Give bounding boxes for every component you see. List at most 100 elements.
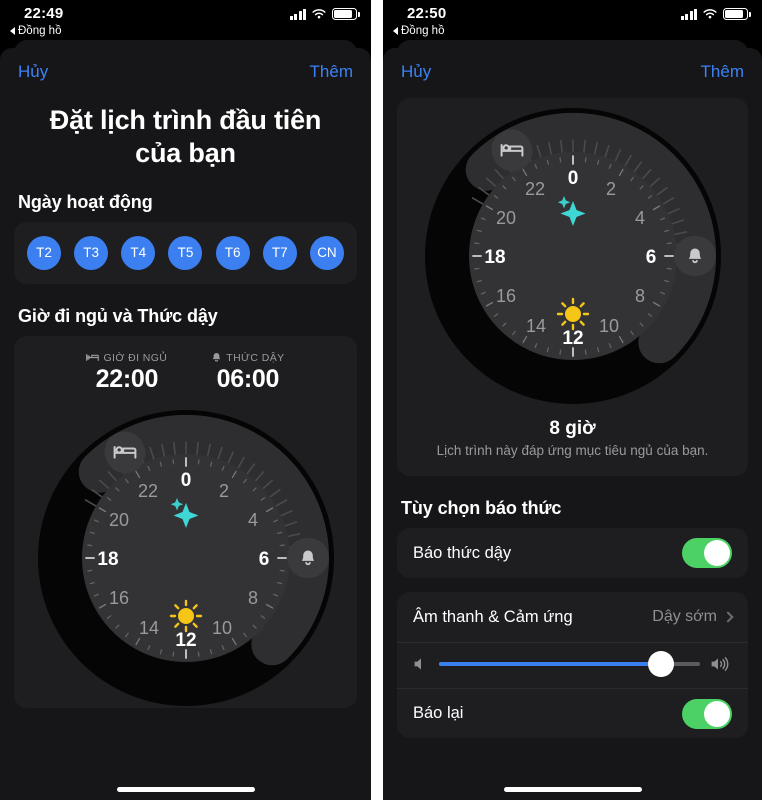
snooze-label: Báo lại <box>413 704 464 722</box>
back-triangle-icon <box>393 27 398 35</box>
add-button[interactable]: Thêm <box>701 62 744 82</box>
day-selector: T2 T3 T4 T5 T6 T7 CN <box>14 222 357 284</box>
dial-hour-14: 14 <box>525 316 545 336</box>
schedule-card-right: 0 2 4 6 8 10 12 14 16 18 20 22 8 giờ Lịc… <box>397 98 748 476</box>
cancel-button[interactable]: Hủy <box>18 62 48 82</box>
day-pill-t4[interactable]: T4 <box>121 235 156 270</box>
volume-slider-knob[interactable] <box>647 650 674 677</box>
status-indicators <box>680 8 751 20</box>
status-time: 22:50 <box>407 5 447 22</box>
sun-icon <box>169 599 202 633</box>
toggle-knob <box>704 540 730 566</box>
bedtime-value[interactable]: 22:00 <box>86 365 167 394</box>
phone-left: 22:49 Đồng hồ Hủy Thêm Đặt lịch trình đầ… <box>0 0 371 800</box>
dial-hour-22: 22 <box>137 481 157 501</box>
day-pill-t5[interactable]: T5 <box>168 235 203 270</box>
phone-right: 22:50 Đồng hồ Hủy Thêm 0 2 4 6 8 10 12 1… <box>383 0 762 800</box>
sun-icon <box>556 297 589 331</box>
wake-label-row: THỨC DẬY <box>211 352 284 364</box>
wake-handle[interactable] <box>673 236 716 276</box>
status-bar-right: 22:50 Đồng hồ <box>383 0 762 44</box>
battery-icon <box>723 8 751 20</box>
dial-hour-4: 4 <box>634 208 644 228</box>
status-indicators <box>289 8 360 20</box>
volume-slider-fill <box>439 661 661 666</box>
sleep-schedule-dial[interactable]: 0 2 4 6 8 10 12 14 16 18 20 22 <box>423 106 723 406</box>
sheet-navbar: Hủy Thêm <box>383 48 762 92</box>
volume-slider-row[interactable] <box>397 642 748 688</box>
wake-alarm-row[interactable]: Báo thức dậy <box>397 528 748 578</box>
wifi-icon <box>312 9 326 19</box>
status-back-to-app[interactable]: Đồng hồ <box>393 25 444 37</box>
wake-handle[interactable] <box>286 537 329 578</box>
dial-hour-0: 0 <box>180 470 191 491</box>
bedtime-label: GIỜ ĐI NGỦ <box>103 351 168 364</box>
sleep-schedule-dial[interactable]: 0 2 4 6 8 10 12 14 16 18 20 22 <box>36 408 336 708</box>
day-pill-t2[interactable]: T2 <box>27 235 61 270</box>
dial-hour-22: 22 <box>524 179 544 199</box>
sleep-duration-note: Lịch trình này đáp ứng mục tiêu ngủ của … <box>436 443 709 458</box>
dial-hour-16: 16 <box>108 588 128 608</box>
dial-hour-18: 18 <box>97 549 118 570</box>
sound-haptics-row[interactable]: Âm thanh & Cảm ứng Dậy sớm <box>397 592 748 642</box>
dial-hour-12: 12 <box>175 630 196 651</box>
sound-haptics-value-wrap: Dậy sớm <box>652 608 734 626</box>
chevron-right-icon <box>722 611 734 623</box>
dial-hour-0: 0 <box>567 168 578 189</box>
sheet-navbar: Hủy Thêm <box>0 48 371 92</box>
status-back-to-app[interactable]: Đồng hồ <box>10 25 61 37</box>
modal-sheet-left: Hủy Thêm Đặt lịch trình đầu tiên của bạn… <box>0 48 371 800</box>
sleep-dial-wrap-right: 0 2 4 6 8 10 12 14 16 18 20 22 <box>397 98 748 406</box>
sleep-duration-value: 8 giờ <box>549 418 596 439</box>
bedtime-column: GIỜ ĐI NGỦ 22:00 <box>86 352 167 394</box>
day-pill-t7[interactable]: T7 <box>262 235 297 270</box>
snooze-toggle[interactable] <box>682 698 732 729</box>
status-back-label: Đồng hồ <box>18 25 62 37</box>
volume-slider-track[interactable] <box>439 650 700 677</box>
snooze-row[interactable]: Báo lại <box>397 688 748 738</box>
wake-value[interactable]: 06:00 <box>211 365 284 394</box>
day-pill-t3[interactable]: T3 <box>74 235 109 270</box>
dial-hour-16: 16 <box>495 286 515 306</box>
modal-sheet-right: Hủy Thêm 0 2 4 6 8 10 12 14 16 18 20 22 … <box>383 48 762 800</box>
add-button[interactable]: Thêm <box>310 62 353 82</box>
wifi-icon <box>703 9 717 19</box>
section-header-bed-wake: Giờ đi ngủ và Thức dậy <box>18 305 218 326</box>
volume-high-icon <box>710 656 732 671</box>
bedtime-label-row: GIỜ ĐI NGỦ <box>86 352 167 364</box>
dial-hour-8: 8 <box>247 588 257 608</box>
comparison-screenshot: 22:49 Đồng hồ Hủy Thêm Đặt lịch trình đầ… <box>0 0 762 800</box>
day-pill-t6[interactable]: T6 <box>215 235 250 270</box>
active-days-card: T2 T3 T4 T5 T6 T7 CN <box>14 221 357 284</box>
dial-hour-18: 18 <box>484 247 505 268</box>
bell-icon <box>213 353 221 362</box>
dial-hour-6: 6 <box>258 549 269 570</box>
dial-hour-8: 8 <box>634 286 644 306</box>
day-pill-cn[interactable]: CN <box>309 235 344 270</box>
wake-alarm-toggle[interactable] <box>682 538 732 568</box>
alarm-settings-card: Âm thanh & Cảm ứng Dậy sớm Báo lại <box>397 592 748 738</box>
dial-hour-4: 4 <box>247 510 257 530</box>
sleep-duration-block: 8 giờ Lịch trình này đáp ứng mục tiêu ng… <box>397 406 748 476</box>
dial-hour-20: 20 <box>495 208 515 228</box>
sheet-content-right: 0 2 4 6 8 10 12 14 16 18 20 22 8 giờ Lịc… <box>383 94 762 800</box>
sound-haptics-value: Dậy sớm <box>652 608 717 625</box>
page-title: Đặt lịch trình đầu tiên của bạn <box>49 105 322 168</box>
back-triangle-icon <box>10 27 15 35</box>
wake-alarm-card: Báo thức dậy <box>397 528 748 578</box>
sheet-content-left: Đặt lịch trình đầu tiên của bạn Ngày hoạ… <box>0 94 371 800</box>
wake-label: THỨC DẬY <box>226 351 285 364</box>
sound-haptics-label: Âm thanh & Cảm ứng <box>413 607 573 626</box>
schedule-summary: GIỜ ĐI NGỦ 22:00 THỨC DẬY 06:00 <box>14 336 357 400</box>
wake-alarm-label: Báo thức dậy <box>413 543 512 562</box>
schedule-card: GIỜ ĐI NGỦ 22:00 THỨC DẬY 06:00 0 2 4 6 … <box>14 335 357 708</box>
dial-hour-2: 2 <box>218 481 228 501</box>
dial-hour-14: 14 <box>138 618 158 638</box>
toggle-knob <box>704 700 730 727</box>
dial-hour-20: 20 <box>108 510 128 530</box>
dial-hour-2: 2 <box>605 179 615 199</box>
dial-hour-10: 10 <box>211 618 231 638</box>
wake-column: THỨC DẬY 06:00 <box>211 352 284 394</box>
dial-hour-10: 10 <box>598 316 618 336</box>
cancel-button[interactable]: Hủy <box>401 62 431 82</box>
